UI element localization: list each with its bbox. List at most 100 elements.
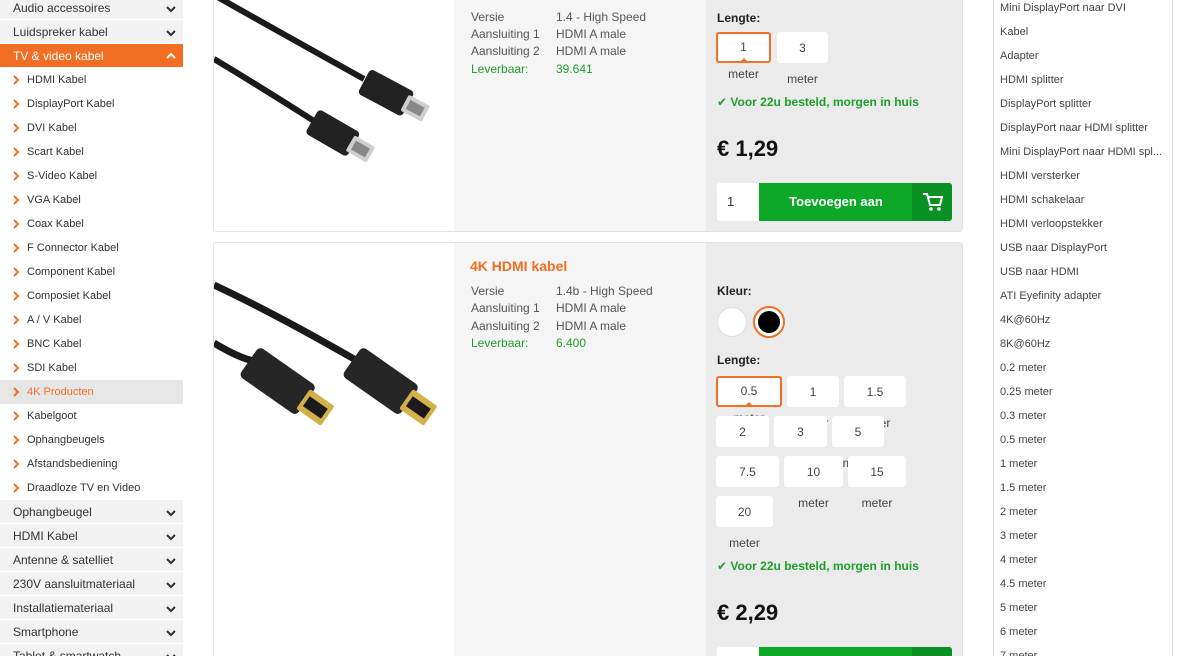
- filter-item-kabel[interactable]: Kabel: [994, 20, 1172, 44]
- length-option-15-meter[interactable]: 15 meter: [848, 456, 906, 510]
- sidebar-item-scart-kabel[interactable]: Scart Kabel: [0, 140, 183, 164]
- chevron-up-icon: [166, 52, 176, 59]
- length-option-3-meter[interactable]: 3 meter: [774, 416, 827, 470]
- sidebar-item-dvi-kabel[interactable]: DVI Kabel: [0, 116, 183, 140]
- length-option-20-meter[interactable]: 20 meter: [716, 496, 773, 550]
- chevron-right-icon: [13, 195, 20, 205]
- filter-item-usb-naar-hdmi[interactable]: USB naar HDMI: [994, 260, 1172, 284]
- length-option-7-5-meter[interactable]: 7.5 meter: [716, 456, 779, 510]
- length-option-1-meter[interactable]: 1 meter: [716, 32, 771, 81]
- filter-item-3-meter[interactable]: 3 meter: [994, 524, 1172, 548]
- filter-item-1-5-meter[interactable]: 1.5 meter: [994, 476, 1172, 500]
- sidebar-item-ophangbeugels[interactable]: Ophangbeugels: [0, 428, 183, 452]
- quantity-input[interactable]: [717, 647, 759, 656]
- category-label: TV & video kabel: [13, 49, 104, 63]
- filter-item-displayport-naar-hdmi-splitter[interactable]: DisplayPort naar HDMI splitter: [994, 116, 1172, 140]
- sidebar-item-composiet-kabel[interactable]: Composiet Kabel: [0, 284, 183, 308]
- product-specs: 4K HDMI kabel Versie 1.4b - High Speed Aa…: [454, 243, 707, 656]
- add-to-cart-button[interactable]: Toevoegen aan: [759, 183, 952, 221]
- check-icon: ✔: [717, 95, 728, 109]
- sidebar-item-kabelgoot[interactable]: Kabelgoot: [0, 404, 183, 428]
- category-tv-video-kabel[interactable]: TV & video kabel: [0, 44, 183, 68]
- category-label: Luidspreker kabel: [13, 25, 108, 39]
- length-option-0-5-meter[interactable]: 0.5 meter: [716, 376, 782, 425]
- filter-item-hdmi-splitter[interactable]: HDMI splitter: [994, 68, 1172, 92]
- color-label: Kleur:: [717, 284, 752, 298]
- filter-item-hdmi-schakelaar[interactable]: HDMI schakelaar: [994, 188, 1172, 212]
- color-swatch-white[interactable]: [717, 307, 747, 337]
- category-ophangbeugel[interactable]: Ophangbeugel: [0, 500, 183, 524]
- chevron-right-icon: [13, 219, 20, 229]
- product-image[interactable]: [214, 0, 454, 231]
- filter-item-7-meter[interactable]: 7 meter: [994, 644, 1172, 656]
- category-tablet-smartwatch[interactable]: Tablet & smartwatch: [0, 644, 183, 656]
- category-230v-aansluitmateriaal[interactable]: 230V aansluitmateriaal: [0, 572, 183, 596]
- sidebar-item-afstandsbediening[interactable]: Afstandsbediening: [0, 452, 183, 476]
- category-smartphone[interactable]: Smartphone: [0, 620, 183, 644]
- chevron-right-icon: [13, 291, 20, 301]
- filter-item-0-25-meter[interactable]: 0.25 meter: [994, 380, 1172, 404]
- sidebar-item-f-connector-kabel[interactable]: F Connector Kabel: [0, 236, 183, 260]
- product-image[interactable]: [214, 243, 454, 656]
- cart-icon: [912, 183, 952, 221]
- length-option-5-meter[interactable]: 5 meter: [832, 416, 884, 470]
- filter-list: Mini DisplayPort naar DVI Kabel Adapter HDM…: [993, 0, 1173, 656]
- filter-item-0-2-meter[interactable]: 0.2 meter: [994, 356, 1172, 380]
- length-option-1-meter[interactable]: 1 meter: [787, 376, 839, 430]
- add-to-cart-label: Toevoegen aan: [789, 194, 883, 209]
- sidebar-item-bnc-kabel[interactable]: BNC Kabel: [0, 332, 183, 356]
- sidebar-item-4k-producten[interactable]: 4K Producten: [0, 380, 183, 404]
- category-label: Tablet & smartwatch: [13, 649, 122, 656]
- length-option-1-5-meter[interactable]: 1.5 meter: [844, 376, 906, 430]
- category-installatiemateriaal[interactable]: Installatiemateriaal: [0, 596, 183, 620]
- filter-item-hdmi-versterker[interactable]: HDMI versterker: [994, 164, 1172, 188]
- filter-item-4-meter[interactable]: 4 meter: [994, 548, 1172, 572]
- sidebar-item-label: Afstandsbediening: [27, 458, 118, 470]
- filter-item-4-5-meter[interactable]: 4.5 meter: [994, 572, 1172, 596]
- check-icon: ✔: [717, 559, 728, 573]
- add-to-cart-button[interactable]: [759, 647, 952, 656]
- sidebar-item-hdmi-kabel[interactable]: HDMI Kabel: [0, 68, 183, 92]
- filter-item-0-3-meter[interactable]: 0.3 meter: [994, 404, 1172, 428]
- category-hdmi-kabel[interactable]: HDMI Kabel: [0, 524, 183, 548]
- filter-item-hdmi-verloopstekker[interactable]: HDMI verloopstekker: [994, 212, 1172, 236]
- length-option-2-meter[interactable]: 2 meter: [716, 416, 769, 470]
- sidebar-item-component-kabel[interactable]: Component Kabel: [0, 260, 183, 284]
- filter-item-0-5-meter[interactable]: 0.5 meter: [994, 428, 1172, 452]
- filter-item-ati-eyefinity-adapter[interactable]: ATI Eyefinity adapter: [994, 284, 1172, 308]
- chevron-right-icon: [13, 99, 20, 109]
- product-title[interactable]: 4K HDMI kabel: [470, 258, 567, 274]
- filter-item-1-meter[interactable]: 1 meter: [994, 452, 1172, 476]
- sidebar-item-label: Kabelgoot: [27, 410, 77, 422]
- quantity-input[interactable]: 1: [717, 183, 759, 221]
- filter-item-4k-60hz[interactable]: 4K@60Hz: [994, 308, 1172, 332]
- sidebar-item-vga-kabel[interactable]: VGA Kabel: [0, 188, 183, 212]
- filter-item-usb-naar-displayport[interactable]: USB naar DisplayPort: [994, 236, 1172, 260]
- sidebar-item-s-video-kabel[interactable]: S-Video Kabel: [0, 164, 183, 188]
- sidebar-item-a-v-kabel[interactable]: A / V Kabel: [0, 308, 183, 332]
- filter-item-mini-displayport-naar-dvi[interactable]: Mini DisplayPort naar DVI: [994, 0, 1172, 20]
- filter-item-8k-60hz[interactable]: 8K@60Hz: [994, 332, 1172, 356]
- chevron-down-icon: [166, 534, 176, 541]
- category-luidspreker-kabel[interactable]: Luidspreker kabel: [0, 20, 183, 44]
- filter-item-mini-displayport-naar-hdmi-spl[interactable]: Mini DisplayPort naar HDMI spl...: [994, 140, 1172, 164]
- filter-item-5-meter[interactable]: 5 meter: [994, 596, 1172, 620]
- length-option-3-meter[interactable]: 3 meter: [777, 32, 828, 86]
- filter-item-displayport-splitter[interactable]: DisplayPort splitter: [994, 92, 1172, 116]
- sidebar-item-label: DisplayPort Kabel: [27, 98, 115, 110]
- product-card-1: Versie 1.4 - High Speed Aansluiting 1 HDMI…: [213, 0, 963, 232]
- spec-row: Aansluiting 1 HDMI A male: [471, 27, 627, 41]
- sidebar-item-displayport-kabel[interactable]: DisplayPort Kabel: [0, 92, 183, 116]
- sidebar-item-draadloze-tv-en-video[interactable]: Draadloze TV en Video: [0, 476, 183, 500]
- product-card-2: 4K HDMI kabel Versie 1.4b - High Speed Aa…: [213, 242, 963, 656]
- category-audio-accessoires[interactable]: Audio accessoires: [0, 0, 183, 20]
- sidebar-item-sdi-kabel[interactable]: SDI Kabel: [0, 356, 183, 380]
- filter-item-2-meter[interactable]: 2 meter: [994, 500, 1172, 524]
- length-option-10-meter[interactable]: 10 meter: [784, 456, 843, 510]
- hdmi-cable-image: [214, 0, 430, 163]
- filter-item-adapter[interactable]: Adapter: [994, 44, 1172, 68]
- category-antenne-satelliet[interactable]: Antenne & satelliet: [0, 548, 183, 572]
- color-swatch-black[interactable]: [753, 306, 785, 338]
- sidebar-item-coax-kabel[interactable]: Coax Kabel: [0, 212, 183, 236]
- filter-item-6-meter[interactable]: 6 meter: [994, 620, 1172, 644]
